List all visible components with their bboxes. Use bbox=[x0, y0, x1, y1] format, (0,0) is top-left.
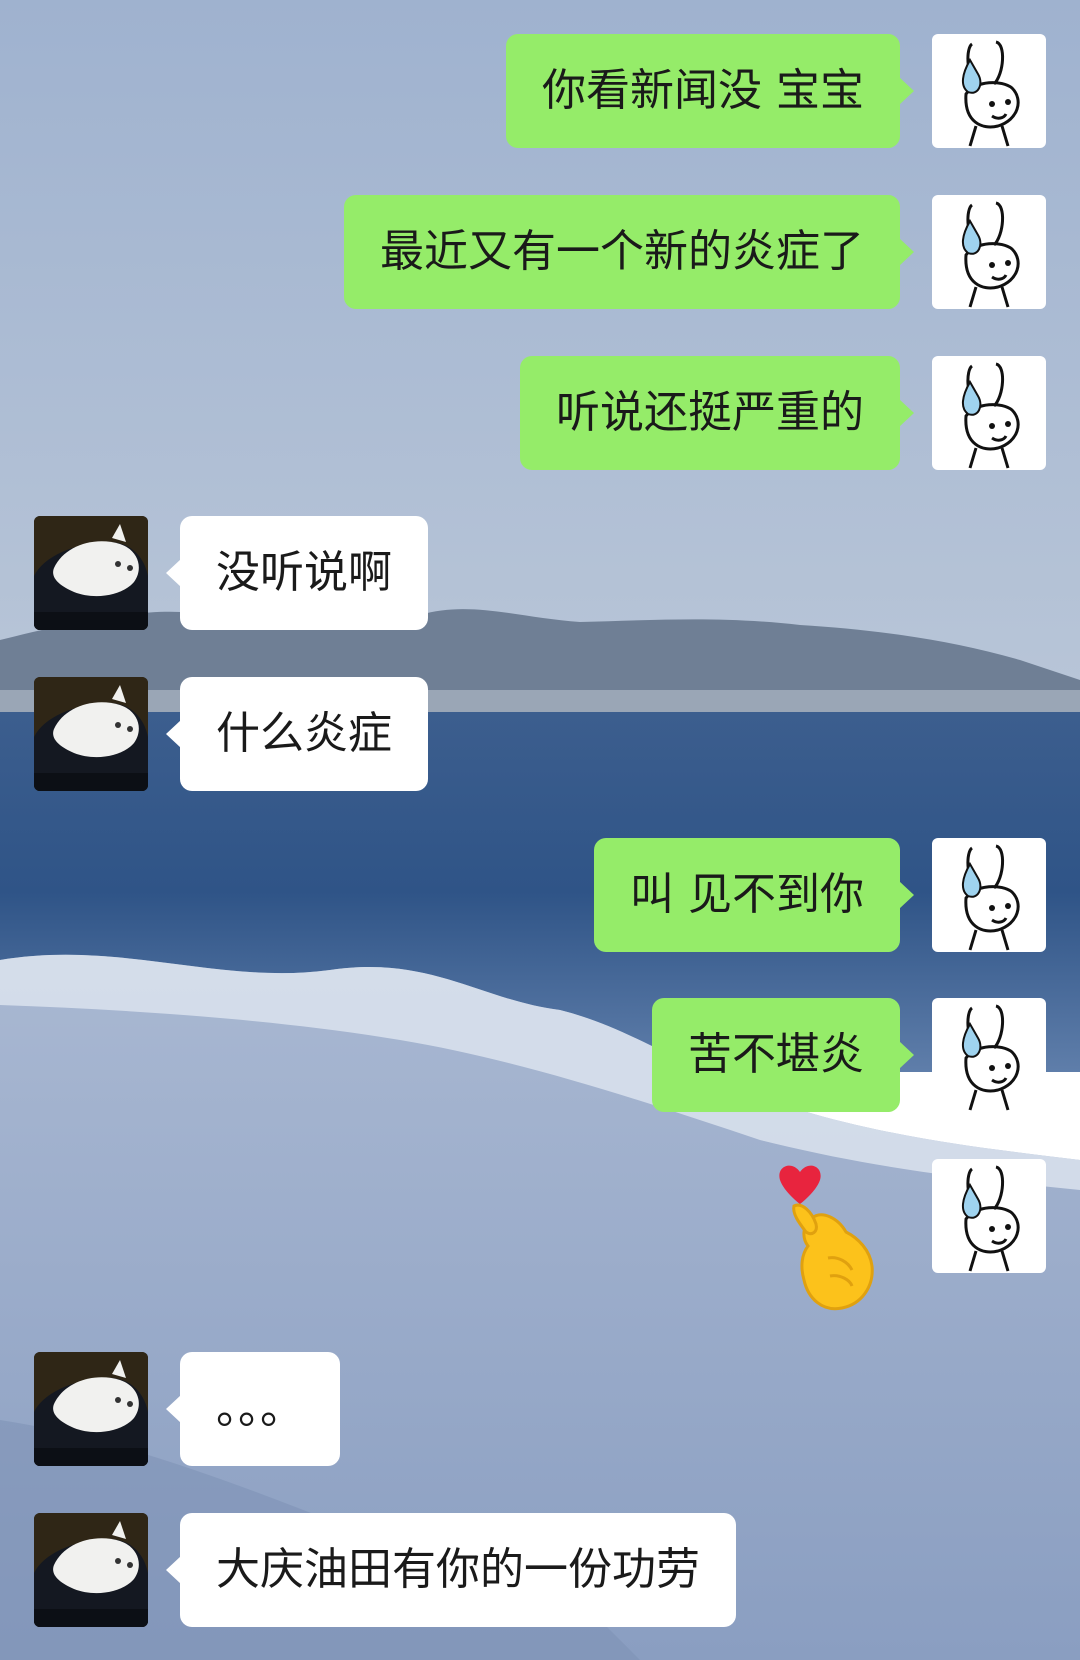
message-bubble-sent[interactable]: 苦不堪炎 bbox=[652, 998, 914, 1112]
contact-avatar[interactable] bbox=[34, 516, 148, 630]
white-cat-photo bbox=[34, 1513, 148, 1627]
rabbit-sweat-drop-icon bbox=[962, 362, 1020, 469]
contact-avatar[interactable] bbox=[34, 1513, 148, 1627]
message-row bbox=[0, 1159, 1080, 1273]
message-row: 什么炎症 bbox=[0, 677, 1080, 791]
rabbit-sweat-drop-icon bbox=[962, 201, 1020, 308]
message-bubble-received[interactable]: 大庆油田有你的一份功劳 bbox=[166, 1513, 736, 1627]
message-bubble-received[interactable]: 没听说啊 bbox=[166, 516, 428, 630]
white-cat-photo bbox=[34, 1352, 148, 1466]
message-bubble-sent[interactable]: 叫 见不到你 bbox=[594, 838, 914, 952]
message-bubble-sent[interactable]: 你看新闻没 宝宝 bbox=[506, 34, 914, 148]
white-cat-photo bbox=[34, 677, 148, 791]
my-avatar[interactable] bbox=[932, 998, 1046, 1112]
rabbit-sweat-drop-icon bbox=[962, 1165, 1020, 1272]
my-avatar[interactable] bbox=[932, 34, 1046, 148]
my-avatar[interactable] bbox=[932, 838, 1046, 952]
my-avatar[interactable] bbox=[932, 195, 1046, 309]
rabbit-sweat-drop-icon bbox=[962, 844, 1020, 951]
my-avatar[interactable] bbox=[932, 356, 1046, 470]
white-cat-photo bbox=[34, 516, 148, 630]
message-row: 没听说啊 bbox=[0, 516, 1080, 630]
my-avatar[interactable] bbox=[932, 1159, 1046, 1273]
message-row: 最近又有一个新的炎症了 bbox=[0, 195, 1080, 309]
message-bubble-received[interactable]: 什么炎症 bbox=[166, 677, 428, 791]
message-bubble-sent[interactable]: 听说还挺严重的 bbox=[520, 356, 914, 470]
message-bubble-sent[interactable]: 最近又有一个新的炎症了 bbox=[344, 195, 914, 309]
message-row: 苦不堪炎 bbox=[0, 998, 1080, 1112]
rabbit-sweat-drop-icon bbox=[962, 40, 1020, 147]
contact-avatar[interactable] bbox=[34, 677, 148, 791]
message-row: 大庆油田有你的一份功劳 bbox=[0, 1513, 1080, 1627]
message-bubble-received[interactable]: 。。。 bbox=[166, 1352, 340, 1466]
finger-heart-emoji[interactable] bbox=[772, 1162, 892, 1312]
contact-avatar[interactable] bbox=[34, 1352, 148, 1466]
message-row: 你看新闻没 宝宝 bbox=[0, 34, 1080, 148]
message-row: 听说还挺严重的 bbox=[0, 356, 1080, 470]
rabbit-sweat-drop-icon bbox=[962, 1004, 1020, 1111]
message-row: 叫 见不到你 bbox=[0, 838, 1080, 952]
message-row: 。。。 bbox=[0, 1352, 1080, 1466]
